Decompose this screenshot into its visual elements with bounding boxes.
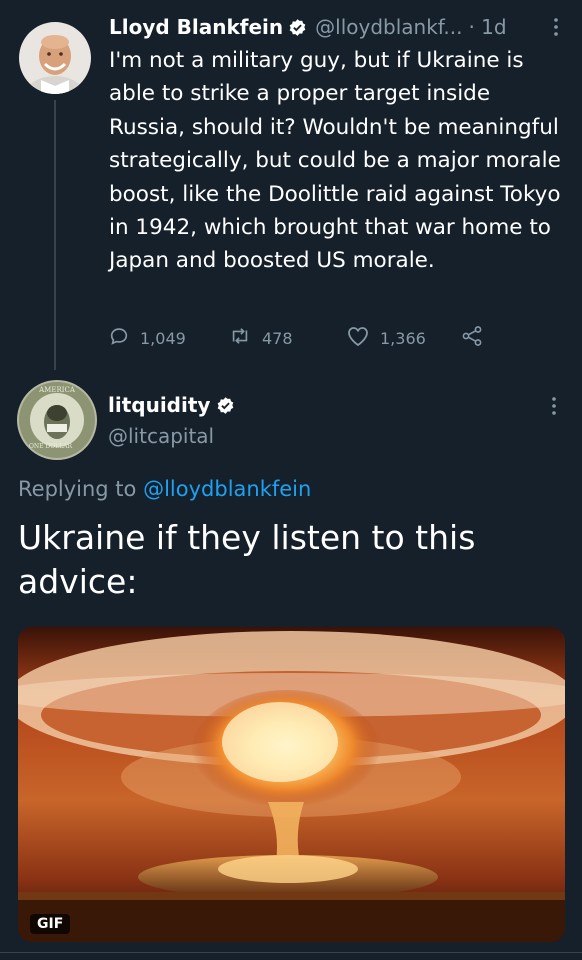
reply-author-avatar[interactable]: AMERICA ONE DOLLAR [17,380,97,460]
retweet-icon [228,325,262,351]
replying-to-prefix: Replying to [18,477,137,501]
more-options-icon[interactable] [546,395,562,417]
reply-text: Ukraine if they listen to this advice: [18,518,476,601]
reply-author-handle[interactable]: @litcapital [108,424,214,448]
reply-count: 1,049 [140,328,186,348]
gif-media[interactable]: GIF [18,627,565,942]
thread-line [54,100,56,370]
reply-author-name[interactable]: litquidity [108,393,210,417]
author-handle[interactable]: @lloydblankf... [315,15,462,39]
svg-text:AMERICA: AMERICA [38,386,76,394]
bottom-divider [0,952,582,953]
verified-badge-icon [288,18,307,37]
verified-badge-icon [216,396,235,415]
explosion-gif-image [18,627,565,942]
author-name[interactable]: Lloyd Blankfein [109,15,283,39]
share-icon[interactable] [460,324,484,352]
replying-to-mention[interactable]: @lloydblankfein [143,477,311,501]
tweet-time[interactable]: · 1d [468,15,506,39]
tweet-text: I'm not a military guy, but if Ukraine i… [109,48,561,274]
like-button[interactable]: 1,366 [346,325,426,351]
replying-to-line: Replying to @lloydblankfein [18,477,311,501]
retweet-button[interactable]: 478 [228,325,293,351]
reply-icon [108,325,140,351]
more-options-icon[interactable] [548,16,564,38]
reply-button[interactable]: 1,049 [108,325,186,351]
like-count: 1,366 [380,328,426,348]
retweet-count: 478 [262,328,293,348]
gif-badge: GIF [30,914,71,934]
like-icon [346,325,380,351]
author-avatar[interactable] [19,22,91,94]
svg-text:ONE DOLLAR: ONE DOLLAR [29,443,72,450]
tweet-actions: 1,049 478 1,366 [108,322,578,352]
